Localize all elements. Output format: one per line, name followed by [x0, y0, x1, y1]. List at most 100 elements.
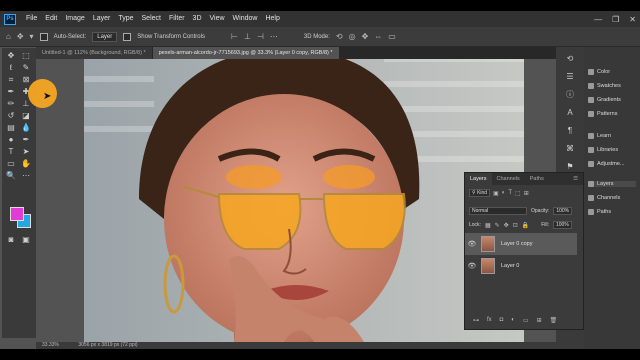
3d-pan-icon[interactable]: ✥ [362, 32, 369, 41]
gradient-icon[interactable]: ▤ [5, 122, 17, 133]
3d-roll-icon[interactable]: ◎ [349, 32, 356, 41]
brush-icon[interactable]: ✏ [5, 98, 17, 109]
character-icon[interactable]: A [564, 107, 576, 118]
hand-icon[interactable]: ✋ [20, 158, 32, 169]
opacity-field[interactable]: 100% [553, 207, 573, 215]
zoom-icon[interactable]: 🔍 [5, 170, 17, 181]
new-layer-icon[interactable]: ⊞ [537, 317, 542, 324]
lock-pixels-icon[interactable]: ✎ [495, 222, 500, 229]
panel-paths[interactable]: Paths [588, 209, 611, 215]
move-icon[interactable]: ✥ [5, 50, 17, 61]
document-canvas[interactable] [84, 59, 524, 342]
crop-icon[interactable]: ⌗ [5, 74, 17, 85]
menu-edit[interactable]: Edit [41, 11, 61, 27]
foreground-color-swatch[interactable] [10, 207, 24, 221]
group-icon[interactable]: ▭ [523, 317, 529, 324]
tab-paths[interactable]: Paths [525, 173, 549, 185]
dodge-icon[interactable]: ● [5, 134, 17, 145]
panel-color[interactable]: Color [588, 69, 610, 75]
menu-type[interactable]: Type [114, 11, 137, 27]
paragraph-icon[interactable]: ¶ [564, 125, 576, 136]
menu-window[interactable]: Window [229, 11, 262, 27]
screen-mode-icon[interactable]: ▣ [20, 234, 32, 245]
eyedropper-icon[interactable]: ✒ [5, 86, 17, 97]
history-icon[interactable]: ⟲ [564, 53, 576, 64]
3d-slide-icon[interactable]: ⇔ [374, 32, 382, 41]
tab-untitled[interactable]: Untitled-1 @ 112% (Background, RGB/8) * [36, 47, 152, 59]
home-icon[interactable]: ⌂ [6, 32, 11, 41]
panel-swatches[interactable]: Swatches [588, 83, 621, 89]
kind-filter-dropdown[interactable]: ⚲ Kind [469, 189, 491, 197]
layer-row-0[interactable]: 👁 Layer 0 copy [465, 233, 577, 255]
menu-layer[interactable]: Layer [89, 11, 115, 27]
lasso-icon[interactable]: ℓ [5, 62, 17, 73]
properties-icon[interactable]: ☰ [564, 71, 576, 82]
auto-select-dropdown[interactable]: Layer [92, 31, 118, 42]
adjustment-layer-icon[interactable]: ◐ [511, 317, 515, 324]
frame-icon[interactable]: ⊠ [20, 74, 32, 85]
maximize-icon[interactable]: ❐ [612, 15, 619, 24]
marquee-icon[interactable]: ⬚ [20, 50, 32, 61]
fx-icon[interactable]: fx [487, 317, 492, 324]
tool-presets-icon[interactable]: ⚑ [564, 161, 576, 172]
fill-field[interactable]: 100% [552, 221, 572, 229]
panel-adjustments[interactable]: Adjustme... [588, 161, 625, 167]
menu-select[interactable]: Select [138, 11, 165, 27]
align-right-icon[interactable]: ⊣ [257, 32, 264, 41]
menu-filter[interactable]: Filter [165, 11, 189, 27]
move-tool-icon[interactable]: ✥ [17, 32, 24, 41]
lock-position-icon[interactable]: ✥ [504, 222, 509, 229]
lock-artboard-icon[interactable]: ⊡ [513, 222, 518, 229]
shape-icon[interactable]: ▭ [5, 158, 17, 169]
menu-help[interactable]: Help [261, 11, 283, 27]
eraser-icon[interactable]: ◪ [20, 110, 32, 121]
eye-icon[interactable]: 👁 [467, 262, 477, 270]
panel-gradients[interactable]: Gradients [588, 97, 621, 103]
blur-icon[interactable]: 💧 [20, 122, 32, 133]
tab-pexels-photo[interactable]: pexels-arman-alcordo-jr-7715693.jpg @ 33… [152, 47, 339, 59]
type-icon[interactable]: T [5, 146, 17, 157]
panel-menu-icon[interactable]: ☰ [568, 173, 583, 185]
tab-channels[interactable]: Channels [492, 173, 525, 185]
menu-view[interactable]: View [206, 11, 229, 27]
close-icon[interactable]: ✕ [629, 15, 636, 24]
minimize-icon[interactable]: — [594, 15, 602, 24]
zoom-level[interactable]: 33.33% [42, 342, 59, 348]
panel-layers[interactable]: Layers [588, 181, 636, 187]
history-brush-icon[interactable]: ↺ [5, 110, 17, 121]
menu-file[interactable]: File [22, 11, 41, 27]
menu-image[interactable]: Image [61, 11, 88, 27]
path-select-icon[interactable]: ➤ [20, 146, 32, 157]
3d-rotate-icon[interactable]: ⟲ [336, 32, 343, 41]
tab-layers[interactable]: Layers [465, 173, 492, 185]
quick-select-icon[interactable]: ✎ [20, 62, 32, 73]
lock-all-icon[interactable]: 🔒 [522, 222, 529, 229]
layer-row-1[interactable]: 👁 Layer 0 [465, 255, 577, 277]
add-mask-icon[interactable]: ◘ [500, 317, 504, 324]
filter-shape-icon[interactable]: ⬚ [515, 190, 521, 197]
distribute-icon[interactable]: ⋯ [270, 32, 278, 41]
quick-mask-icon[interactable]: ◙ [5, 234, 17, 245]
pen-icon[interactable]: ✒ [20, 134, 32, 145]
more-tools-icon[interactable]: ⋯ [20, 170, 32, 181]
show-transform-checkbox[interactable] [123, 32, 132, 41]
lock-transparent-icon[interactable]: ▦ [485, 222, 491, 229]
filter-pixel-icon[interactable]: ▣ [493, 190, 499, 197]
eye-icon[interactable]: 👁 [467, 240, 477, 248]
chevron-down-icon[interactable]: ▾ [30, 32, 34, 41]
3d-scale-icon[interactable]: ▭ [388, 32, 396, 41]
panel-learn[interactable]: Learn [588, 133, 611, 139]
panel-patterns[interactable]: Patterns [588, 111, 617, 117]
delete-layer-icon[interactable]: 🗑 [550, 317, 558, 324]
filter-smart-icon[interactable]: ⊞ [524, 190, 529, 197]
align-center-icon[interactable]: ⊥ [244, 32, 251, 41]
info-icon[interactable]: ⓘ [564, 89, 576, 100]
link-layers-icon[interactable]: ⊶ [473, 317, 479, 324]
align-left-icon[interactable]: ⊢ [231, 32, 238, 41]
glyphs-icon[interactable]: ⌘ [564, 143, 576, 154]
blend-mode-dropdown[interactable]: Normal [469, 207, 527, 215]
auto-select-checkbox[interactable] [39, 32, 48, 41]
filter-type-icon[interactable]: T [508, 190, 512, 196]
panel-libraries[interactable]: Libraries [588, 147, 618, 153]
filter-adjust-icon[interactable]: ◐ [502, 190, 506, 196]
